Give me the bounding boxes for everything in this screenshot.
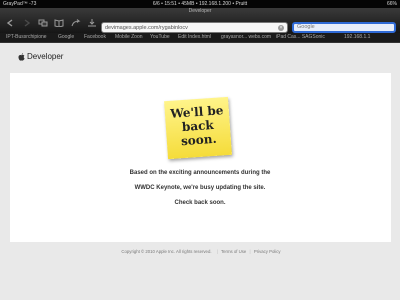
search-input[interactable]: Google: [292, 22, 396, 33]
bookmark-item[interactable]: Edit Index.html: [178, 33, 211, 42]
clear-icon[interactable]: ×: [278, 25, 284, 31]
terms-link[interactable]: Terms of Use: [221, 249, 246, 254]
tabs-icon[interactable]: [38, 19, 48, 27]
bookmark-item[interactable]: grayasnor... webs.com: [221, 33, 271, 42]
browser-toolbar: Developer devimages.apple.com/rygabinloc…: [0, 8, 400, 33]
bookmark-item[interactable]: Google: [58, 33, 74, 42]
footer-divider: |: [216, 249, 218, 254]
forward-icon[interactable]: [22, 19, 32, 27]
bookmark-item[interactable]: IPT-Bussrchipione: [6, 33, 47, 42]
bookmark-item[interactable]: 192.168.1.1: [344, 33, 370, 42]
message-line-1: Based on the exciting announcements duri…: [129, 170, 271, 176]
url-text: devimages.apple.com/rygabinlocv: [105, 25, 188, 31]
download-icon[interactable]: [87, 19, 97, 27]
copyright-text: Copyright © 2010 Apple Inc. All rights r…: [121, 249, 212, 254]
bookmarks-icon[interactable]: [54, 19, 64, 27]
tab-title: Developer: [188, 8, 212, 14]
apple-icon: [18, 53, 25, 61]
message-line-3: Check back soon.: [174, 200, 226, 206]
brand-name: Developer: [27, 52, 64, 62]
footer-divider: |: [249, 249, 251, 254]
status-center-text: 6/6 • 15:51 • 45MB • 192.168.1.200 • Pru…: [152, 1, 248, 7]
search-placeholder: Google: [297, 24, 315, 30]
bookmark-item[interactable]: iPad Cas... SAGSonic: [276, 33, 325, 42]
sticky-note: We'll be back soon.: [164, 96, 232, 160]
send-icon[interactable]: [71, 19, 81, 27]
developer-logo[interactable]: Developer: [18, 52, 63, 61]
bookmark-item[interactable]: Mobile Zoon: [115, 33, 143, 42]
message-line-2: WWDC Keynote, we're busy updating the si…: [134, 185, 266, 191]
bookmark-item[interactable]: YouTube: [150, 33, 170, 42]
bookmark-item[interactable]: Facebook: [84, 33, 106, 42]
back-icon[interactable]: [5, 19, 15, 27]
footer: Copyright © 2010 Apple Inc. All rights r…: [0, 249, 400, 254]
url-field[interactable]: devimages.apple.com/rygabinlocv ×: [101, 22, 288, 33]
note-line-3: soon.: [180, 131, 218, 149]
privacy-link[interactable]: Privacy Policy: [254, 249, 281, 254]
battery-label: 66%: [386, 1, 397, 7]
status-bar: GrayPad™ -73 6/6 • 15:51 • 45MB • 192.16…: [0, 0, 400, 8]
bookmarks-bar: IPT-Bussrchipione Google Facebook Mobile…: [0, 33, 400, 43]
